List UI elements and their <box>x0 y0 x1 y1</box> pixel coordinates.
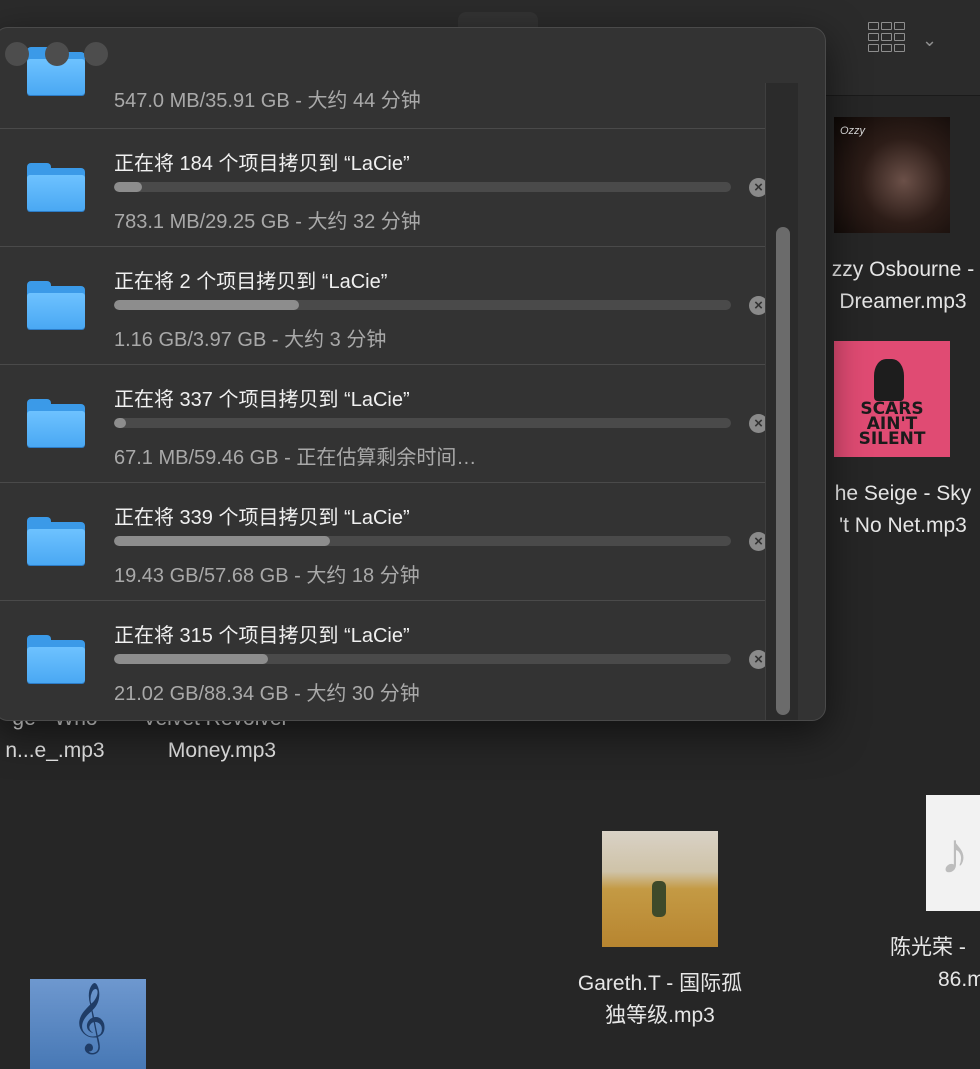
copy-item: 正在将 184 个项目拷贝到 “LaCie” × 783.1 MB/29.25 … <box>0 129 765 247</box>
file-thumbnail-gareth[interactable] <box>602 831 718 947</box>
folder-icon <box>27 517 85 565</box>
file-thumbnail-ozzy[interactable]: Ozzy <box>834 117 950 233</box>
stop-copy-button[interactable]: × <box>749 178 765 197</box>
folder-icon <box>27 399 85 447</box>
copy-status: 21.02 GB/88.34 GB - 大约 30 分钟 <box>114 683 420 705</box>
file-name-ozzy[interactable]: zzy Osbourne - Dreamer.mp3 <box>808 254 980 318</box>
copy-item: 正在将 337 个项目拷贝到 “LaCie” × 67.1 MB/59.46 G… <box>0 365 765 483</box>
progress-bar <box>114 654 731 664</box>
copy-item: 正在将 339 个项目拷贝到 “LaCie” × 19.43 GB/57.68 … <box>0 483 765 601</box>
grid-cell <box>881 33 892 41</box>
stop-copy-button[interactable]: × <box>749 532 765 551</box>
scrollbar[interactable] <box>765 83 798 720</box>
grid-cell <box>868 33 879 41</box>
file-name-line: Dreamer.mp3 <box>839 290 967 313</box>
file-name-gareth[interactable]: Gareth.T - 国际孤 独等级.mp3 <box>550 968 770 1032</box>
progress-fill <box>114 182 142 192</box>
copy-title: 正在将 315 个项目拷贝到 “LaCie” <box>114 625 410 647</box>
file-name-line: he Seige - Sky <box>834 482 972 505</box>
progress-bar <box>114 418 731 428</box>
copy-item: 正在将 2 个项目拷贝到 “LaCie” × 1.16 GB/3.97 GB -… <box>0 247 765 365</box>
minimize-window-button[interactable] <box>45 42 69 66</box>
scrollbar-thumb[interactable] <box>776 227 790 715</box>
zoom-window-button[interactable] <box>84 42 108 66</box>
file-name-line: Gareth.T - 国际孤 <box>577 972 743 995</box>
copy-status: 67.1 MB/59.46 GB - 正在估算剩余时间… <box>114 447 477 469</box>
folder-icon <box>27 281 85 329</box>
file-name-line: 86.m <box>938 968 980 991</box>
chevron-down-icon: ⌄ <box>922 30 938 50</box>
close-window-button[interactable] <box>5 42 29 66</box>
stop-copy-button[interactable]: × <box>749 650 765 669</box>
file-thumbnail-music[interactable]: ♪ <box>926 795 980 911</box>
progress-fill <box>114 654 269 664</box>
copy-title: 正在将 184 个项目拷贝到 “LaCie” <box>114 153 410 175</box>
file-name-line: zzy Osbourne - <box>831 258 975 281</box>
progress-fill <box>114 536 330 546</box>
view-options-button[interactable]: ⌄ <box>866 22 946 60</box>
grid-cell <box>894 33 905 41</box>
album-figure <box>652 881 666 917</box>
grid-cell <box>894 22 905 30</box>
copy-item: 547.0 MB/35.91 GB - 大约 44 分钟 <box>0 28 765 112</box>
folder-icon <box>27 635 85 683</box>
progress-fill <box>114 300 300 310</box>
copy-status: 1.16 GB/3.97 GB - 大约 3 分钟 <box>114 329 387 351</box>
copy-progress-window: 547.0 MB/35.91 GB - 大约 44 分钟 正在将 184 个项目… <box>0 27 826 721</box>
file-name-line: n...e_.mp3 <box>5 739 105 762</box>
stop-copy-button[interactable]: × <box>749 414 765 433</box>
album-text: SILENT <box>858 429 926 449</box>
grid-view-icon <box>868 22 879 30</box>
album-figure <box>874 359 904 401</box>
album-logo: Ozzy <box>840 125 866 137</box>
file-name-line: Money.mp3 <box>167 739 277 762</box>
stop-copy-button[interactable]: × <box>749 296 765 315</box>
copy-item: 正在将 315 个项目拷贝到 “LaCie” × 21.02 GB/88.34 … <box>0 601 765 719</box>
copy-status: 19.43 GB/57.68 GB - 大约 18 分钟 <box>114 565 420 587</box>
file-name-line: 独等级.mp3 <box>605 1004 715 1027</box>
grid-cell <box>868 44 879 52</box>
grid-cell <box>894 44 905 52</box>
grid-cell <box>881 44 892 52</box>
progress-bar <box>114 536 731 546</box>
copy-title: 正在将 339 个项目拷贝到 “LaCie” <box>114 507 410 529</box>
copy-status: 547.0 MB/35.91 GB - 大约 44 分钟 <box>114 90 421 112</box>
file-thumbnail-score[interactable]: 𝄞 <box>30 979 146 1069</box>
copy-title: 正在将 2 个项目拷贝到 “LaCie” <box>114 271 388 293</box>
music-note-icon: ♪ <box>940 821 969 886</box>
file-name-line: 't No Net.mp3 <box>839 514 967 537</box>
copy-title: 正在将 337 个项目拷贝到 “LaCie” <box>114 389 410 411</box>
file-name-seige[interactable]: he Seige - Sky 't No Net.mp3 <box>808 478 980 542</box>
progress-bar <box>114 300 731 310</box>
copy-status: 783.1 MB/29.25 GB - 大约 32 分钟 <box>114 211 421 233</box>
folder-icon <box>27 163 85 211</box>
copy-list: 547.0 MB/35.91 GB - 大约 44 分钟 正在将 184 个项目… <box>0 28 765 720</box>
progress-bar <box>114 182 731 192</box>
treble-clef-icon: 𝄞 <box>72 983 108 1050</box>
file-thumbnail-scars[interactable]: SCARS AIN'T SILENT <box>834 341 950 457</box>
file-name-line: 陈光荣 - <box>890 936 966 959</box>
grid-cell <box>881 22 892 30</box>
file-name-chen[interactable]: 陈光荣 - 86.m <box>880 932 980 996</box>
progress-fill <box>114 418 127 428</box>
